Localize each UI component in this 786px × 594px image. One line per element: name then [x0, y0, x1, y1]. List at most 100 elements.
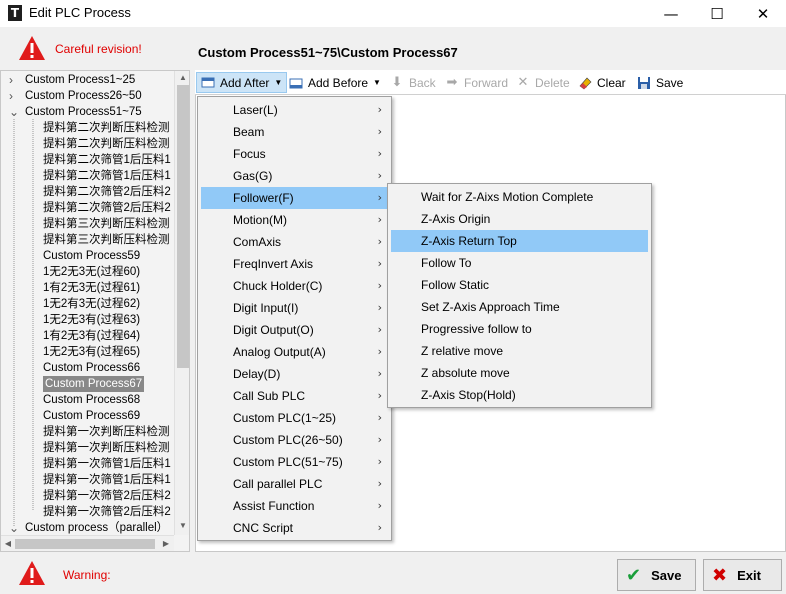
warning-triangle-icon — [19, 561, 45, 585]
scroll-down-icon[interactable]: ▼ — [176, 521, 189, 530]
tree-item-label: Custom Process67 — [43, 376, 145, 392]
submenu-item[interactable]: Wait for Z-Aixs Motion Complete — [391, 186, 648, 208]
chevron-right-icon: › — [377, 147, 382, 160]
chevron-right-icon: › — [377, 521, 382, 534]
submenu-item-label: Follow To — [421, 256, 472, 270]
tree-item-label: Custom Process59 — [43, 250, 141, 262]
exit-button[interactable]: ✖ Exit — [703, 559, 782, 591]
menu-item[interactable]: Call parallel PLC › — [201, 473, 388, 495]
scroll-up-icon[interactable]: ▲ — [176, 73, 189, 82]
menu-item[interactable]: Motion(M) › — [201, 209, 388, 231]
eraser-icon — [577, 75, 593, 91]
tree-item-label: 提料第一次筛管2后压料2 — [43, 490, 171, 502]
add-after-button[interactable]: Add After ▼ — [196, 72, 288, 93]
submenu-item[interactable]: Z-Axis Stop(Hold) — [391, 384, 648, 406]
add-after-label: Add After — [220, 75, 270, 90]
menu-item-label: Laser(L) — [233, 103, 278, 117]
chevron-right-icon: › — [377, 367, 382, 380]
arrow-down-icon: ⬇ — [391, 74, 403, 90]
expand-icon[interactable]: › — [9, 72, 21, 88]
process-tree[interactable]: › Custom Process1~25 › Custom Process26~50 ⌄… — [0, 70, 190, 552]
add-before-button[interactable]: Add Before ▼ — [288, 72, 381, 93]
tree-hscroll-thumb[interactable] — [15, 539, 155, 549]
menu-item[interactable]: Call Sub PLC › — [201, 385, 388, 407]
chevron-right-icon: › — [377, 235, 382, 248]
scroll-left-icon[interactable]: ◀ — [1, 539, 15, 548]
close-button[interactable]: ✕ — [740, 0, 786, 27]
chevron-right-icon: › — [377, 191, 382, 204]
menu-item[interactable]: Custom PLC(1~25) › — [201, 407, 388, 429]
menu-item[interactable]: ComAxis › — [201, 231, 388, 253]
chevron-down-icon: ▼ — [274, 78, 283, 87]
submenu-item-label: Z-Axis Origin — [421, 212, 491, 226]
delete-button[interactable]: ✕ Delete — [515, 72, 570, 93]
submenu-item[interactable]: Progressive follow to — [391, 318, 648, 340]
menu-item[interactable]: Follower(F) › — [201, 187, 388, 209]
menu-item[interactable]: Digit Input(I) › — [201, 297, 388, 319]
exit-button-label: Exit — [737, 567, 761, 583]
add-before-icon — [288, 75, 304, 91]
tree-item-label: 提料第一次判断压料检测 — [43, 426, 170, 438]
menu-item-label: ComAxis — [233, 235, 282, 249]
save-button[interactable]: ✔ Save — [617, 559, 696, 591]
scroll-right-icon[interactable]: ▶ — [159, 539, 173, 548]
menu-item-label: Analog Output(A) — [233, 345, 326, 359]
submenu-item[interactable]: Set Z-Axis Approach Time — [391, 296, 648, 318]
submenu-item[interactable]: Follow To — [391, 252, 648, 274]
menu-item[interactable]: Assist Function › — [201, 495, 388, 517]
back-button[interactable]: ⬇ Back — [389, 72, 436, 93]
menu-item[interactable]: Focus › — [201, 143, 388, 165]
submenu-item[interactable]: Follow Static — [391, 274, 648, 296]
tree-item-label: 1无2无3有(过程65) — [43, 346, 141, 358]
toolbar-save-button[interactable]: Save — [636, 72, 683, 93]
forward-button[interactable]: ➡ Forward — [444, 72, 508, 93]
warning-triangle-icon — [19, 36, 45, 60]
toolbar-save-label: Save — [656, 75, 684, 90]
tree-item-label: 提料第三次判断压料检测 — [43, 234, 170, 246]
tree-item-label: 1无2无3无(过程60) — [43, 266, 141, 278]
collapse-icon[interactable]: ⌄ — [9, 520, 21, 536]
tree-horizontal-scrollbar[interactable]: ◀ ▶ — [1, 535, 174, 551]
menu-item[interactable]: Custom PLC(26~50) › — [201, 429, 388, 451]
minimize-button[interactable]: — — [648, 0, 694, 27]
menu-item-label: Digit Output(O) — [233, 323, 314, 337]
forward-label: Forward — [464, 75, 509, 90]
back-label: Back — [409, 75, 436, 90]
menu-item[interactable]: Chuck Holder(C) › — [201, 275, 388, 297]
tree-item-label: Custom Process66 — [43, 362, 141, 374]
menu-item[interactable]: Digit Output(O) › — [201, 319, 388, 341]
warning-label: Warning: — [63, 568, 111, 582]
submenu-item-label: Z-Axis Stop(Hold) — [421, 388, 516, 402]
menu-item-label: Call parallel PLC — [233, 477, 323, 491]
submenu-item[interactable]: Z absolute move — [391, 362, 648, 384]
menu-item[interactable]: CNC Script › — [201, 517, 388, 539]
menu-item[interactable]: Delay(D) › — [201, 363, 388, 385]
menu-item[interactable]: FreqInvert Axis › — [201, 253, 388, 275]
expand-icon[interactable]: › — [9, 88, 21, 104]
menu-item[interactable]: Custom PLC(51~75) › — [201, 451, 388, 473]
tree-item-label: 1无2无3有(过程63) — [43, 314, 141, 326]
menu-item[interactable]: Beam › — [201, 121, 388, 143]
chevron-right-icon: › — [377, 345, 382, 358]
tree-item-label: 提料第二次筛管2后压料2 — [43, 202, 171, 214]
chevron-right-icon: › — [377, 257, 382, 270]
submenu-item[interactable]: Z-Axis Return Top — [391, 230, 648, 252]
chevron-right-icon: › — [377, 389, 382, 402]
clear-label: Clear — [597, 75, 626, 90]
collapse-icon[interactable]: ⌄ — [9, 104, 21, 120]
menu-item[interactable]: Analog Output(A) › — [201, 341, 388, 363]
tree-vertical-scrollbar[interactable]: ▲ ▼ — [174, 71, 189, 535]
tree-vscroll-thumb[interactable] — [177, 85, 189, 368]
tree-item-label: 提料第二次筛管2后压料2 — [43, 186, 171, 198]
chevron-right-icon: › — [377, 411, 382, 424]
chevron-right-icon: › — [377, 213, 382, 226]
app-icon: T — [8, 5, 22, 21]
submenu-item[interactable]: Z relative move — [391, 340, 648, 362]
maximize-button[interactable]: ☐ — [694, 0, 740, 27]
clear-button[interactable]: Clear — [577, 72, 626, 93]
chevron-right-icon: › — [377, 103, 382, 116]
submenu-item[interactable]: Z-Axis Origin — [391, 208, 648, 230]
menu-item[interactable]: Gas(G) › — [201, 165, 388, 187]
menu-item[interactable]: Laser(L) › — [201, 99, 388, 121]
submenu-item-label: Z-Axis Return Top — [421, 234, 517, 248]
